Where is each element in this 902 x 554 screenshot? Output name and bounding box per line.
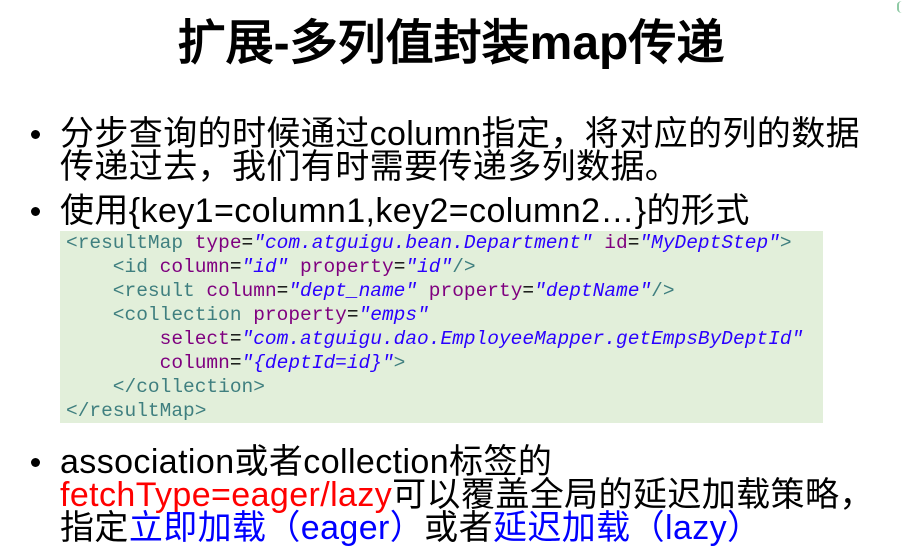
code-attribute-name: id [592, 232, 628, 254]
code-attribute-value: "id" [241, 256, 289, 278]
code-xml-tag: </resultMap> [66, 400, 207, 422]
code-line: </collection> [66, 375, 823, 399]
eager-load-highlight: 立即加载（eager） [128, 508, 425, 547]
code-xml-tag: <id [66, 256, 148, 278]
code-line: <resultMap type="com.atguigu.bean.Depart… [66, 231, 823, 255]
bullet-dot-icon [31, 206, 40, 216]
code-line: <collection property="emps" [66, 303, 823, 327]
code-attribute-value: "com.atguigu.bean.Department" [253, 232, 593, 254]
code-line: <id column="id" property="id"/> [66, 255, 823, 279]
slide: 扩展-多列值封装map传递 分步查询的时候通过column指定，将对应的列的数据… [0, 0, 902, 554]
bullet-dot-icon [31, 457, 40, 467]
code-equals-sign: = [627, 232, 640, 254]
code-line: select="com.atguigu.dao.EmployeeMapper.g… [66, 327, 823, 351]
code-equals-sign: = [522, 280, 535, 302]
bullet-text: 使用{key1=column1,key2=column2…}的形式 [60, 191, 750, 230]
code-xml-tag: > [779, 232, 792, 254]
bullet-text: 或者 [424, 508, 493, 547]
code-line: column="{deptId=id}"> [66, 351, 823, 375]
bullet-text-line: 分步查询的时候通过column指定，将对应的列的数据 [60, 117, 860, 151]
bullet-text-line: 传递过去，我们有时需要传递多列数据。 [60, 147, 680, 186]
bullet-text-line: 指定立即加载（eager）或者延迟加载（lazy） [60, 508, 762, 547]
code-attribute-value: "deptName" [534, 280, 652, 302]
bullet-text-line: 使用{key1=column1,key2=column2…}的形式 [60, 191, 750, 230]
code-equals-sign: = [229, 328, 242, 350]
corner-decoration [897, 1, 902, 13]
code-xml-tag: /> [452, 256, 476, 278]
code-attribute-value: "MyDeptStep" [639, 232, 780, 254]
code-attribute-value: "dept_name" [288, 280, 418, 302]
code-attribute-name: select [66, 328, 230, 350]
code-xml-tag: <resultMap [66, 232, 184, 254]
code-attribute-name: property [417, 280, 523, 302]
code-attribute-value: "com.atguigu.dao.EmployeeMapper.getEmpsB… [241, 328, 804, 350]
code-attribute-name: column [194, 280, 277, 302]
code-line: <result column="dept_name" property="dep… [66, 279, 823, 303]
code-equals-sign: = [229, 352, 242, 374]
code-xml-tag: <collection [66, 304, 242, 326]
code-attribute-name: property [288, 256, 394, 278]
bullet-text-line: fetchType=eager/lazy可以覆盖全局的延迟加载策略， [60, 478, 874, 512]
code-attribute-value: "id" [405, 256, 453, 278]
code-xml-tag: <result [66, 280, 195, 302]
code-attribute-name: type [183, 232, 242, 254]
code-xml-tag: /> [651, 280, 675, 302]
code-equals-sign: = [346, 304, 359, 326]
code-line: </resultMap> [66, 399, 823, 423]
code-attribute-value: "{deptId=id}" [241, 352, 394, 374]
code-attribute-name: column [147, 256, 230, 278]
code-attribute-name: column [66, 352, 230, 374]
code-block: <resultMap type="com.atguigu.bean.Depart… [60, 231, 823, 423]
code-equals-sign: = [229, 256, 242, 278]
code-equals-sign: = [241, 232, 254, 254]
slide-title: 扩展-多列值封装map传递 [177, 17, 725, 70]
code-equals-sign: = [393, 256, 406, 278]
bullet-text: 传递过去，我们有时需要传递多列数据。 [60, 147, 680, 186]
code-attribute-name: property [241, 304, 347, 326]
bullet-dot-icon [31, 129, 40, 139]
bullet-text-line: association或者collection标签的 [60, 445, 552, 479]
code-xml-tag: </collection> [66, 376, 265, 398]
code-xml-tag: > [393, 352, 406, 374]
code-equals-sign: = [276, 280, 289, 302]
bullet-text: 指定 [60, 508, 129, 547]
lazy-load-highlight: 延迟加载（lazy） [492, 508, 762, 547]
code-attribute-value: "emps" [358, 304, 429, 326]
